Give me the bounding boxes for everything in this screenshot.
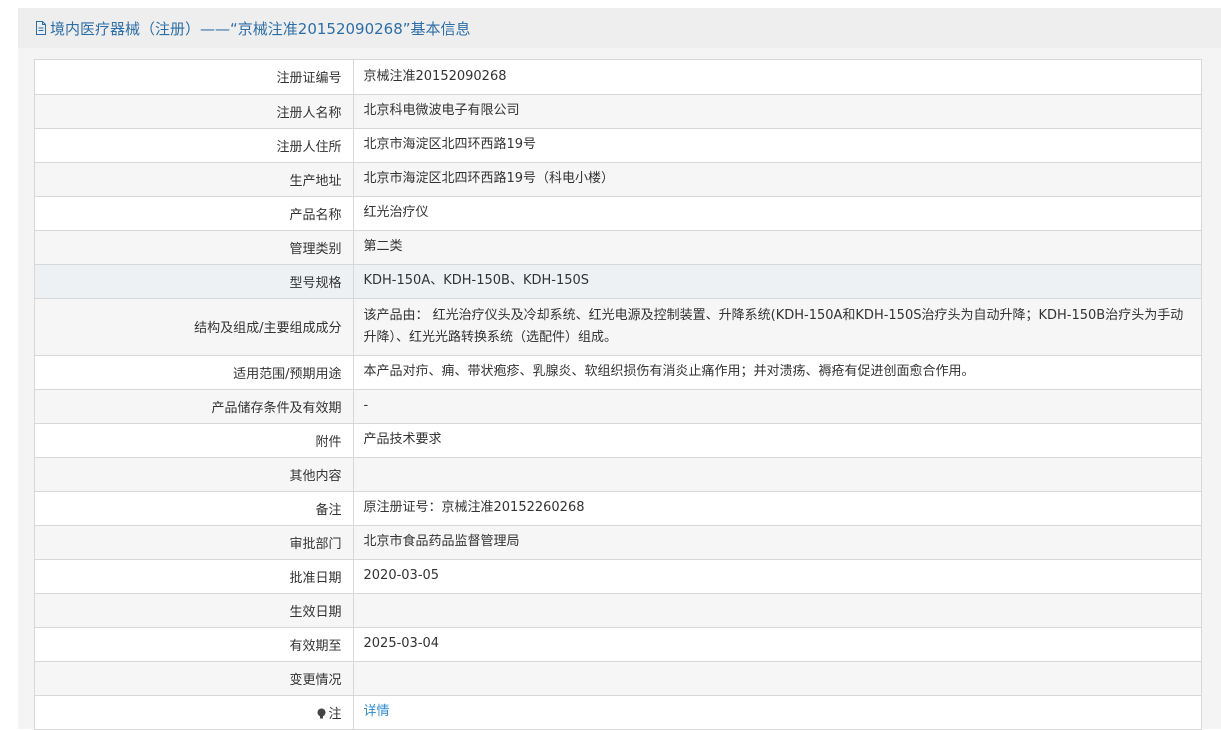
- row-value: [353, 593, 1201, 628]
- row-value: 该产品由： 红光治疗仪头及冷却系统、红光电源及控制装置、升降系统(KDH-150…: [353, 298, 1201, 356]
- row-label: 批准日期: [35, 559, 354, 594]
- row-approval-department: 审批部门 北京市食品药品监督管理局: [35, 525, 1201, 560]
- row-remarks: 备注 原注册证号：京械注准20152260268: [35, 491, 1201, 526]
- note-label: 注: [328, 706, 342, 722]
- row-production-address: 生产地址 北京市海淀区北四环西路19号（科电小楼）: [35, 162, 1201, 197]
- row-approval-date: 批准日期 2020-03-05: [35, 559, 1201, 594]
- row-value: 产品技术要求: [353, 423, 1201, 458]
- row-label: 其他内容: [35, 457, 354, 492]
- row-intended-use: 适用范围/预期用途 本产品对疖、痈、带状疱疹、乳腺炎、软组织损伤有消炎止痛作用；…: [35, 355, 1201, 390]
- row-value: 北京市海淀区北四环西路19号: [353, 128, 1201, 163]
- row-attachment: 附件 产品技术要求: [35, 423, 1201, 458]
- row-note: 注 详情: [35, 695, 1201, 730]
- row-valid-until: 有效期至 2025-03-04: [35, 627, 1201, 662]
- row-value: [353, 457, 1201, 492]
- row-value: 详情: [353, 695, 1201, 730]
- row-value: 2025-03-04: [353, 627, 1201, 662]
- row-label: 结构及组成/主要组成成分: [35, 298, 354, 356]
- row-product-name: 产品名称 红光治疗仪: [35, 196, 1201, 231]
- row-label: 生产地址: [35, 162, 354, 197]
- row-value: [353, 661, 1201, 696]
- row-value: 红光治疗仪: [353, 196, 1201, 231]
- page-title: 境内医疗器械（注册）——“京械注准20152090268”基本信息: [50, 19, 471, 38]
- row-label: 适用范围/预期用途: [35, 355, 354, 390]
- row-label: 备注: [35, 491, 354, 526]
- row-label: 有效期至: [35, 627, 354, 662]
- info-table-container: 注册证编号 京械注准20152090268 注册人名称 北京科电微波电子有限公司…: [34, 59, 1202, 730]
- row-value: 北京市食品药品监督管理局: [353, 525, 1201, 560]
- row-label: 审批部门: [35, 525, 354, 560]
- bulb-icon: [317, 708, 326, 718]
- row-value: 第二类: [353, 230, 1201, 265]
- row-storage-validity: 产品储存条件及有效期 -: [35, 389, 1201, 424]
- info-table: 注册证编号 京械注准20152090268 注册人名称 北京科电微波电子有限公司…: [35, 60, 1201, 730]
- row-label: 型号规格: [35, 264, 354, 299]
- row-label: 管理类别: [35, 230, 354, 265]
- panel-header: 境内医疗器械（注册）——“京械注准20152090268”基本信息: [18, 8, 1221, 48]
- row-structure-composition: 结构及组成/主要组成成分 该产品由： 红光治疗仪头及冷却系统、红光电源及控制装置…: [35, 298, 1201, 356]
- detail-panel: 境内医疗器械（注册）——“京械注准20152090268”基本信息 注册证编号 …: [18, 8, 1221, 730]
- row-management-category: 管理类别 第二类: [35, 230, 1201, 265]
- details-link[interactable]: 详情: [364, 704, 390, 719]
- row-value: 京械注准20152090268: [353, 60, 1201, 95]
- row-label: 注册证编号: [35, 60, 354, 95]
- row-value: 北京市海淀区北四环西路19号（科电小楼）: [353, 162, 1201, 197]
- row-value: -: [353, 389, 1201, 424]
- row-other-content: 其他内容: [35, 457, 1201, 492]
- row-label: 附件: [35, 423, 354, 458]
- row-label: 注册人名称: [35, 94, 354, 129]
- row-label: 生效日期: [35, 593, 354, 628]
- row-effective-date: 生效日期: [35, 593, 1201, 628]
- row-value: 本产品对疖、痈、带状疱疹、乳腺炎、软组织损伤有消炎止痛作用；并对溃疡、褥疮有促进…: [353, 355, 1201, 390]
- document-icon: [36, 21, 46, 35]
- row-change-status: 变更情况: [35, 661, 1201, 696]
- row-value: 北京科电微波电子有限公司: [353, 94, 1201, 129]
- row-label: 变更情况: [35, 661, 354, 696]
- row-value: KDH-150A、KDH-150B、KDH-150S: [353, 264, 1201, 299]
- row-label: 注册人住所: [35, 128, 354, 163]
- row-value: 原注册证号：京械注准20152260268: [353, 491, 1201, 526]
- row-label: 注: [35, 695, 354, 730]
- row-registration-number: 注册证编号 京械注准20152090268: [35, 60, 1201, 95]
- row-model-spec: 型号规格 KDH-150A、KDH-150B、KDH-150S: [35, 264, 1201, 299]
- row-label: 产品储存条件及有效期: [35, 389, 354, 424]
- row-registrant-name: 注册人名称 北京科电微波电子有限公司: [35, 94, 1201, 129]
- row-registrant-address: 注册人住所 北京市海淀区北四环西路19号: [35, 128, 1201, 163]
- row-value: 2020-03-05: [353, 559, 1201, 594]
- row-label: 产品名称: [35, 196, 354, 231]
